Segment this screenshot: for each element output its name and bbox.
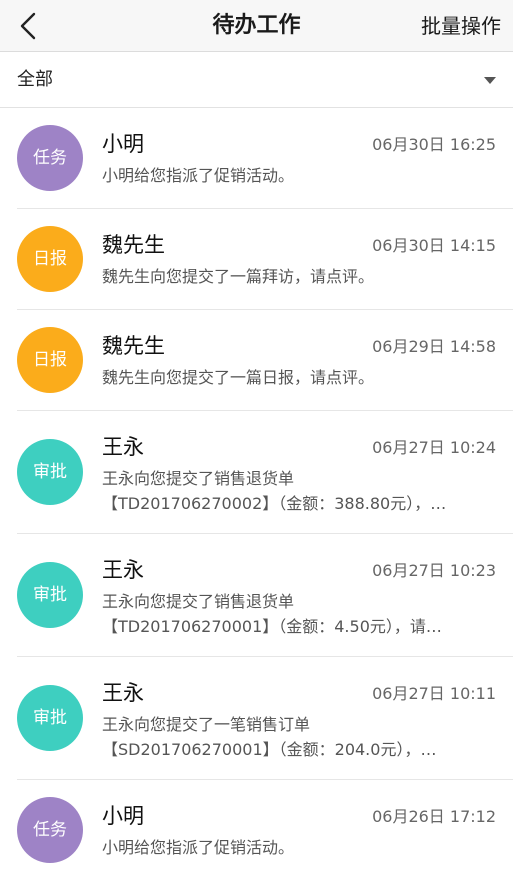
item-description-detail: 【TD201706270002】（金额：388.80元），… [102,494,447,513]
type-badge: 日报 [17,226,83,292]
sender-name: 小明 [102,804,144,828]
sender-name: 魏先生 [102,233,165,257]
filter-label: 全部 [17,69,53,90]
caret-down-icon [484,77,496,84]
sender-name: 王永 [102,435,144,459]
sender-name: 王永 [102,558,144,582]
list-item[interactable]: 审批 王永 06月27日 10:23 王永向您提交了销售退货单 【TD20170… [0,534,513,657]
item-description: 王永向您提交了一笔销售订单 [102,715,311,734]
sender-name: 王永 [102,681,144,705]
batch-operation-button[interactable]: 批量操作 [421,0,501,52]
timestamp: 06月27日 10:24 [372,438,496,457]
type-badge: 审批 [17,439,83,505]
list-item[interactable]: 审批 王永 06月27日 10:11 王永向您提交了一笔销售订单 【SD2017… [0,657,513,780]
timestamp: 06月29日 14:58 [372,337,496,356]
type-badge: 任务 [17,125,83,191]
item-description-detail: 【SD201706270001】（金额：204.0元），… [102,740,437,759]
timestamp: 06月26日 17:12 [372,807,496,826]
item-description-detail: 【TD201706270001】（金额：4.50元），请… [102,617,442,636]
type-badge: 日报 [17,327,83,393]
type-badge: 审批 [17,685,83,751]
item-description: 小明给您指派了促销活动。 [102,166,295,185]
back-button[interactable] [12,8,44,44]
item-description: 魏先生向您提交了一篇拜访，请点评。 [102,267,375,286]
item-description: 魏先生向您提交了一篇日报，请点评。 [102,368,375,387]
filter-dropdown[interactable]: 全部 [0,52,513,108]
timestamp: 06月30日 16:25 [372,135,496,154]
list-item[interactable]: 任务 小明 06月26日 17:12 小明给您指派了促销活动。 [0,780,513,878]
item-description: 王永向您提交了销售退货单 [102,469,295,488]
timestamp: 06月27日 10:23 [372,561,496,580]
nav-bar: 待办工作 批量操作 [0,0,513,52]
item-description: 小明给您指派了促销活动。 [102,838,295,857]
sender-name: 小明 [102,132,144,156]
item-description: 王永向您提交了销售退货单 [102,592,295,611]
todo-list: 任务 小明 06月30日 16:25 小明给您指派了促销活动。 日报 魏先生 0… [0,108,513,878]
type-badge: 审批 [17,562,83,628]
list-item[interactable]: 日报 魏先生 06月30日 14:15 魏先生向您提交了一篇拜访，请点评。 [0,209,513,310]
list-item[interactable]: 日报 魏先生 06月29日 14:58 魏先生向您提交了一篇日报，请点评。 [0,310,513,411]
type-badge: 任务 [17,797,83,863]
sender-name: 魏先生 [102,334,165,358]
list-item[interactable]: 审批 王永 06月27日 10:24 王永向您提交了销售退货单 【TD20170… [0,411,513,534]
timestamp: 06月30日 14:15 [372,236,496,255]
chevron-left-icon [20,12,36,40]
list-item[interactable]: 任务 小明 06月30日 16:25 小明给您指派了促销活动。 [0,108,513,209]
timestamp: 06月27日 10:11 [372,684,496,703]
